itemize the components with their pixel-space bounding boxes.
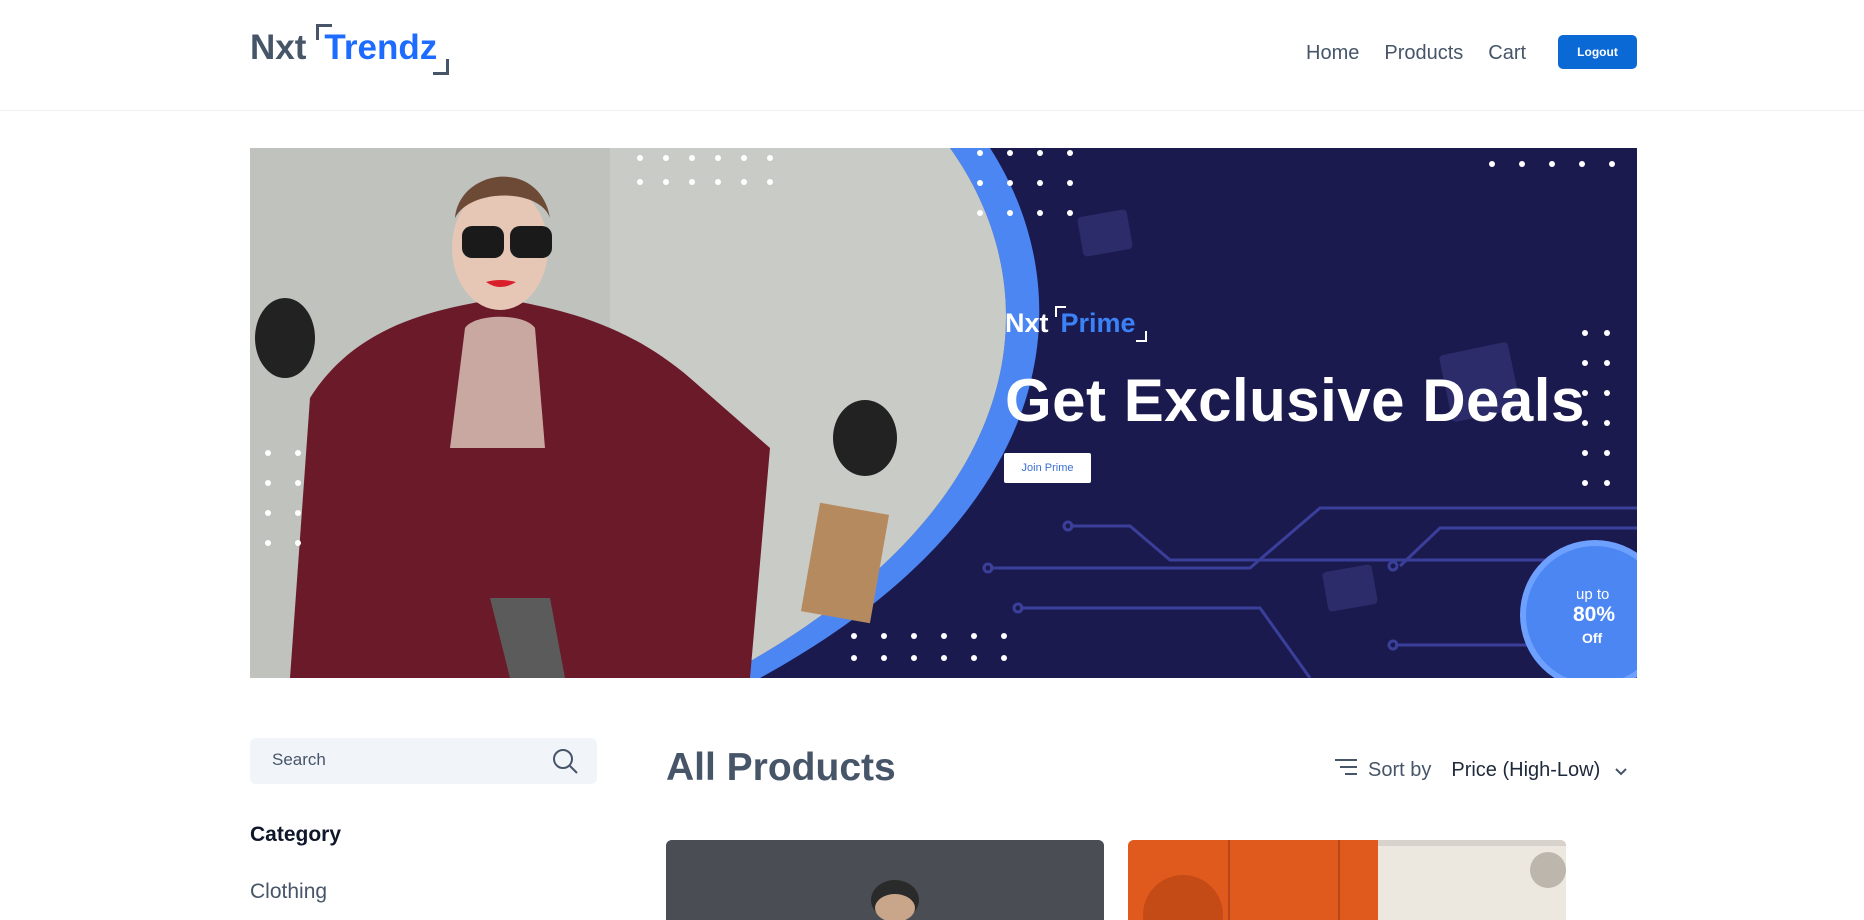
- product-card[interactable]: [666, 840, 1104, 920]
- sort-label: Sort by: [1368, 758, 1432, 781]
- product-card[interactable]: [1128, 840, 1566, 920]
- sort-select-value[interactable]: Price (High-Low): [1451, 759, 1600, 782]
- search-bar: [250, 738, 597, 784]
- search-input[interactable]: [272, 750, 532, 770]
- product-image: [1128, 840, 1566, 920]
- logo-prefix: Nxt: [250, 28, 307, 67]
- prime-logo: Nxt Prime: [1005, 306, 1147, 342]
- nav-home-link[interactable]: Home: [1306, 42, 1359, 65]
- search-icon[interactable]: [550, 746, 580, 781]
- logout-button[interactable]: Logout: [1558, 35, 1637, 69]
- product-image: [666, 840, 1104, 920]
- discount-upto: up to: [1576, 586, 1610, 603]
- nav-cart-link[interactable]: Cart: [1488, 42, 1526, 65]
- nav-links: Home Products Cart: [1306, 42, 1526, 65]
- nav-products-link[interactable]: Products: [1384, 42, 1463, 65]
- join-prime-button[interactable]: Join Prime: [1004, 453, 1091, 483]
- app-logo[interactable]: Nxt Trendz: [250, 24, 450, 75]
- banner-title: Get Exclusive Deals: [1005, 367, 1585, 434]
- navbar: Nxt Trendz Home Products Cart Logout: [0, 0, 1864, 111]
- sort-control[interactable]: Sort by Price (High-Low): [1334, 758, 1628, 782]
- prime-logo-brand: Prime: [1054, 306, 1147, 342]
- logo-brand: Trendz: [316, 24, 450, 75]
- category-heading: Category: [250, 823, 342, 846]
- products-heading: All Products: [666, 746, 896, 789]
- chevron-down-icon[interactable]: [1614, 759, 1628, 782]
- prime-banner: Nxt Prime Get Exclusive Deals Join Prime …: [250, 148, 1637, 678]
- discount-off: Off: [1582, 630, 1603, 646]
- category-item-clothing[interactable]: Clothing: [250, 880, 327, 904]
- sort-icon: [1334, 758, 1358, 782]
- discount-percent: 80%: [1573, 603, 1616, 626]
- prime-logo-prefix: Nxt: [1005, 308, 1049, 338]
